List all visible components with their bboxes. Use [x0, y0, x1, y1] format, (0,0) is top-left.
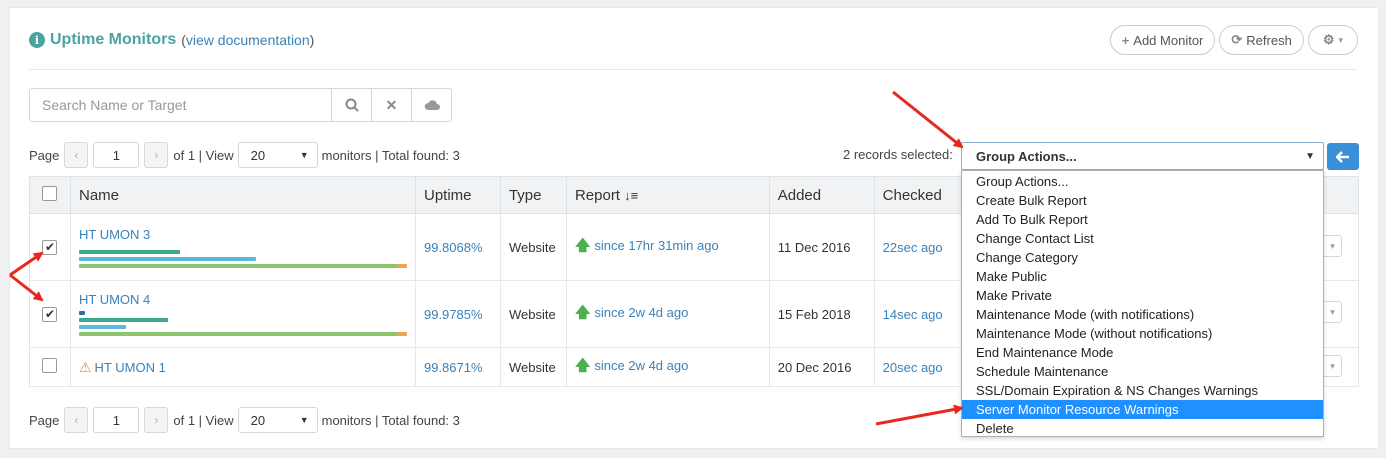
uptime-bar [78, 311, 85, 315]
option-server-monitor-resource-warnings[interactable]: Server Monitor Resource Warnings [962, 400, 1323, 419]
added-value: 15 Feb 2018 [769, 280, 875, 348]
select-all-checkbox[interactable] [42, 185, 58, 201]
uptime-bar [78, 256, 256, 261]
view-documentation-link[interactable]: view documentation [186, 32, 310, 48]
search-input[interactable]: Search Name or Target [30, 89, 331, 121]
add-monitor-button[interactable]: + Add Monitor [1109, 25, 1216, 55]
prev-page-button[interactable]: ‹ [64, 407, 89, 433]
caret-down-icon: ▼ [299, 150, 309, 160]
group-actions-dropdown-list: Group Actions... Create Bulk Report Add … [961, 170, 1324, 437]
added-value: 11 Dec 2016 [769, 213, 875, 281]
select-all-cell [29, 176, 71, 214]
col-report[interactable]: Report ↓≡ [566, 176, 770, 214]
per-page-select[interactable]: 20 ▼ [237, 407, 318, 433]
option-ssl-domain-warnings[interactable]: SSL/Domain Expiration & NS Changes Warni… [962, 381, 1323, 400]
up-arrow-icon: 🡅 [574, 303, 591, 321]
option-delete[interactable]: Delete [962, 419, 1323, 438]
option-change-category[interactable]: Change Category [962, 248, 1323, 267]
chevron-down-icon: ▾ [1338, 34, 1343, 45]
since-value[interactable]: since 17hr 31min ago [594, 238, 718, 253]
option-add-to-bulk-report[interactable]: Add To Bulk Report [962, 210, 1323, 229]
added-value: 20 Dec 2016 [769, 347, 875, 387]
monitor-name-link[interactable]: HT UMON 4 [79, 292, 407, 307]
option-maintenance-with-notifications[interactable]: Maintenance Mode (with notifications) [962, 305, 1323, 324]
monitor-name-link[interactable]: HT UMON 3 [79, 227, 407, 242]
pager-top: Page ‹ 1 › of 1 | View 20 ▼ monitors | To… [29, 142, 460, 168]
search-icon[interactable] [331, 89, 371, 121]
type-value: Website [500, 213, 567, 281]
type-value: Website [500, 280, 567, 348]
up-arrow-icon: 🡅 [574, 236, 591, 254]
warning-icon: ⚠ [78, 358, 92, 375]
uptime-bar [78, 318, 168, 322]
since-value[interactable]: since 2w 4d ago [594, 305, 688, 320]
prev-page-button[interactable]: ‹ [64, 142, 89, 168]
refresh-icon: ⟳ [1231, 32, 1243, 47]
row-checkbox[interactable]: ✔ [42, 239, 58, 255]
clear-icon[interactable]: ✕ [371, 89, 411, 121]
caret-down-icon: ▼ [299, 415, 309, 425]
since-value[interactable]: since 2w 4d ago [594, 358, 688, 373]
checked-value[interactable]: 20sec ago [883, 360, 943, 375]
search-bar: Search Name or Target ✕ [29, 88, 452, 122]
cloud-icon[interactable] [411, 89, 451, 121]
group-actions-select[interactable]: Group Actions... ▼ [961, 142, 1324, 170]
col-uptime[interactable]: Uptime [415, 176, 501, 214]
uptime-bar [78, 249, 180, 254]
row-checkbox[interactable]: ✔ [42, 306, 58, 322]
type-value: Website [500, 347, 567, 387]
row-actions-dropdown[interactable]: ▾ [1324, 355, 1342, 377]
col-name[interactable]: Name [70, 176, 416, 214]
next-page-button[interactable]: › [144, 407, 169, 433]
option-end-maintenance[interactable]: End Maintenance Mode [962, 343, 1323, 362]
uptime-value[interactable]: 99.8671% [424, 360, 483, 375]
caret-down-icon: ▼ [1305, 150, 1315, 162]
page-header: i Uptime Monitors (view documentation) [29, 28, 314, 52]
header-divider [29, 69, 1357, 70]
monitor-name-link[interactable]: HT UMON 1 [95, 360, 166, 375]
up-arrow-icon: 🡅 [574, 356, 591, 374]
option-maintenance-without-notifications[interactable]: Maintenance Mode (without notifications) [962, 324, 1323, 343]
col-type[interactable]: Type [500, 176, 567, 214]
info-icon: i [29, 32, 45, 48]
option-change-contact-list[interactable]: Change Contact List [962, 229, 1323, 248]
uptime-bar [78, 263, 407, 268]
uptime-bar [78, 325, 126, 329]
per-page-select[interactable]: 20 ▼ [237, 142, 318, 168]
pager-bottom: Page ‹ 1 › of 1 | View 20 ▼ monitors | To… [29, 407, 460, 433]
row-checkbox[interactable] [42, 358, 58, 373]
page-title: Uptime Monitors [50, 31, 177, 48]
option-make-public[interactable]: Make Public [962, 267, 1323, 286]
plus-icon: + [1121, 32, 1130, 48]
apply-group-action-button[interactable] [1327, 143, 1359, 170]
settings-button[interactable]: ⚙ ▾ [1307, 25, 1358, 55]
selection-count: 2 records selected: [843, 147, 953, 162]
next-page-button[interactable]: › [144, 142, 169, 168]
checked-value[interactable]: 14sec ago [883, 307, 943, 322]
uptime-value[interactable]: 99.9785% [424, 307, 483, 322]
refresh-button[interactable]: ⟳ Refresh [1219, 25, 1304, 55]
page-number-input[interactable]: 1 [93, 142, 140, 168]
doc-link-wrapper: (view documentation) [181, 32, 315, 48]
sort-desc-icon: ↓≡ [624, 187, 639, 203]
option-group-actions[interactable]: Group Actions... [962, 172, 1323, 191]
uptime-bar [78, 332, 407, 336]
row-actions-dropdown[interactable]: ▾ [1324, 301, 1342, 323]
gear-icon: ⚙ [1322, 32, 1335, 47]
option-schedule-maintenance[interactable]: Schedule Maintenance [962, 362, 1323, 381]
uptime-value[interactable]: 99.8068% [424, 240, 483, 255]
checked-value[interactable]: 22sec ago [883, 240, 943, 255]
option-create-bulk-report[interactable]: Create Bulk Report [962, 191, 1323, 210]
header-buttons: + Add Monitor ⟳ Refresh ⚙ ▾ [1109, 25, 1358, 55]
col-added[interactable]: Added [769, 176, 875, 214]
option-make-private[interactable]: Make Private [962, 286, 1323, 305]
row-actions-dropdown[interactable]: ▾ [1324, 235, 1342, 257]
page-number-input[interactable]: 1 [93, 407, 140, 433]
